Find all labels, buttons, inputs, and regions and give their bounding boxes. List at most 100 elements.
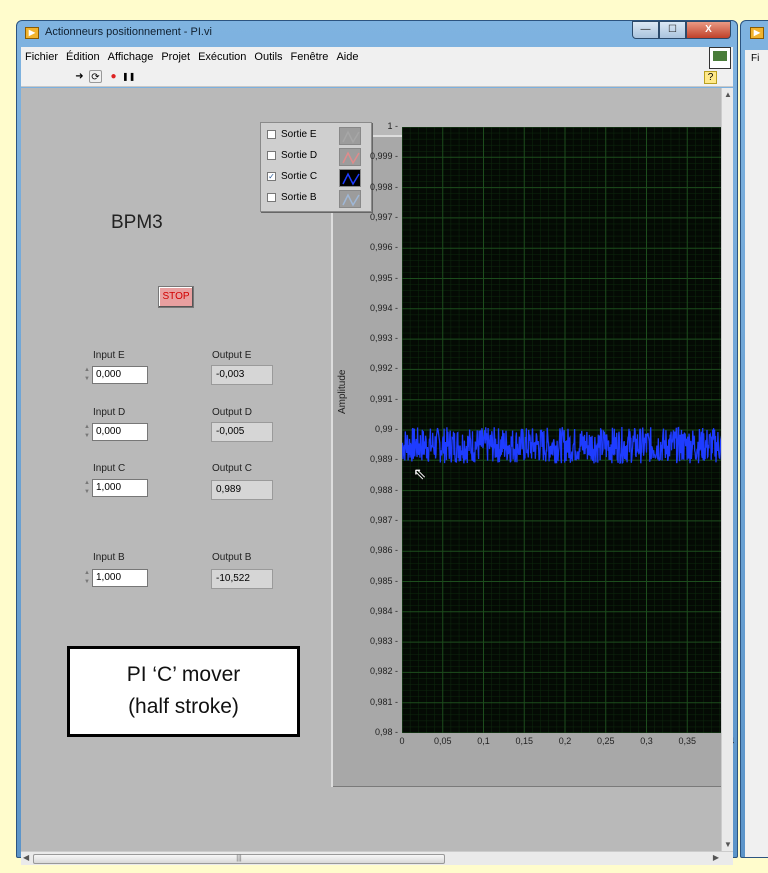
scroll-down-arrow-icon[interactable]: ▼ [724,840,732,849]
x-tick-label: 0,3 [640,736,653,746]
annotation-box: PI ‘C’ mover (half stroke) [67,646,300,737]
input-e-label: Input E [93,350,125,361]
legend-label: Sortie C [281,171,318,182]
scroll-left-arrow-icon[interactable]: ◀ [23,853,29,862]
pause-icon[interactable]: ❚❚ [122,70,135,83]
input-b-field[interactable]: 1,000 [92,569,148,587]
menu-edition[interactable]: Édition [62,51,104,63]
y-tick-label: 0,996 - [369,242,398,253]
help-icon[interactable]: ? [704,71,717,84]
vi-connector-icon [709,47,731,69]
plot-style-swatch[interactable] [339,169,361,187]
plot-style-swatch[interactable] [339,127,361,145]
y-tick-label: 0,986 - [369,545,398,556]
output-e-indicator: -0,003 [211,365,273,385]
annotation-line-1: PI ‘C’ mover [126,663,241,686]
stop-button[interactable]: STOP [158,286,194,308]
vi-name-label: BPM3 [111,212,163,233]
y-tick-label: 0,987 - [369,514,398,525]
labview-icon: ▶ [750,27,764,39]
plot-style-swatch[interactable] [339,148,361,166]
input-d-spinner[interactable]: ▲ ▼ [84,423,91,441]
scrollbar-thumb[interactable]: ||| [33,854,445,864]
menu-projet[interactable]: Projet [157,51,194,63]
y-tick-label: 0,99 - [374,424,398,434]
legend-item-sortie-e[interactable]: Sortie E [267,126,371,146]
input-d-field[interactable]: 0,000 [92,423,148,441]
output-b-indicator: -10,522 [211,569,273,589]
y-tick-label: 0,981 - [369,696,398,707]
input-c-field[interactable]: 1,000 [92,479,148,497]
y-tick-label: 0,988 - [369,484,398,495]
legend-item-sortie-b[interactable]: Sortie B [267,189,371,209]
y-tick-label: 0,991 - [369,393,398,404]
input-d-label: Input D [93,407,126,418]
y-tick-label: 0,999 - [369,151,398,162]
labview-icon: ▶ [25,27,39,39]
input-e-spinner[interactable]: ▲ ▼ [84,366,91,384]
legend-checkbox[interactable]: ✓ [267,172,276,181]
scroll-right-arrow-icon[interactable]: ▶ [713,853,719,862]
vertical-scrollbar[interactable]: ▲ ▼ [721,88,733,851]
input-b-spinner[interactable]: ▲ ▼ [84,569,91,587]
y-tick-label: 0,998 - [369,181,398,192]
output-c-indicator: 0,989 [211,480,273,500]
y-tick-label: 0,993 - [369,333,398,344]
minimize-button[interactable]: — [632,21,659,39]
input-b-label: Input B [93,552,125,563]
y-axis-title: Amplitude [337,369,348,414]
y-tick-label: 0,984 - [369,605,398,616]
input-e-field[interactable]: 0,000 [92,366,148,384]
maximize-button[interactable]: ☐ [659,21,686,39]
plot-legend: Sortie E Sortie D ✓ Sortie C Sortie B [260,122,372,212]
x-tick-label: 0,05 [433,736,452,746]
y-tick-label: 0,983 - [369,636,398,647]
menu-fichier[interactable]: Fichier [21,51,62,63]
annotation-line-2: (half stroke) [128,695,239,718]
x-tick-label: 0,15 [515,736,534,746]
x-tick-label: 0,1 [477,736,490,746]
output-e-label: Output E [212,350,252,361]
input-c-spinner[interactable]: ▲ ▼ [84,479,91,497]
abort-icon[interactable]: ● [107,70,120,83]
y-tick-label: 1 - [387,121,398,131]
legend-item-sortie-d[interactable]: Sortie D [267,147,371,167]
menu-outils[interactable]: Outils [250,51,286,63]
legend-item-sortie-c[interactable]: ✓ Sortie C [267,168,371,188]
run-continuously-icon[interactable]: ⟳ [89,70,102,83]
run-arrow-icon[interactable]: ➜ [73,70,86,83]
y-tick-label: 0,989 - [369,454,398,465]
x-tick-label: 0 [399,736,405,746]
menu-affichage[interactable]: Affichage [104,51,158,63]
x-tick-label: 0,35 [678,736,697,746]
legend-label: Sortie E [281,129,317,140]
menu-bar: Fichier Édition Affichage Projet Exécuti… [21,47,733,67]
plot-style-swatch[interactable] [339,190,361,208]
y-tick-label: 0,982 - [369,666,398,677]
legend-label: Sortie D [281,150,318,161]
toolbar: ➜ ⟳ ● ❚❚ ? [21,47,733,87]
window-title: Actionneurs positionnement - PI.vi [45,26,212,38]
output-c-label: Output C [212,463,253,474]
legend-checkbox[interactable] [267,151,276,160]
output-d-label: Output D [212,407,253,418]
legend-checkbox[interactable] [267,130,276,139]
x-tick-label: 0,25 [596,736,615,746]
y-tick-label: 0,992 - [369,363,398,374]
menu-aide[interactable]: Aide [332,51,362,63]
mouse-cursor-icon: ⇖ [413,466,427,483]
legend-checkbox[interactable] [267,193,276,202]
second-window-menu[interactable]: Fi [745,50,768,857]
menu-execution[interactable]: Exécution [194,51,250,63]
menu-fenetre[interactable]: Fenêtre [287,51,333,63]
title-bar[interactable]: ▶ Actionneurs positionnement - PI.vi — ☐… [17,21,737,47]
close-button[interactable]: X [686,21,731,39]
horizontal-scrollbar[interactable]: ◀ ||| ▶ [21,851,733,865]
plot-area[interactable] [402,127,733,733]
plot-svg [402,127,733,733]
output-b-label: Output B [212,552,252,563]
x-tick-label: 0,2 [558,736,572,746]
output-d-indicator: -0,005 [211,422,273,442]
scroll-up-arrow-icon[interactable]: ▲ [724,90,732,99]
input-c-label: Input C [93,463,126,474]
